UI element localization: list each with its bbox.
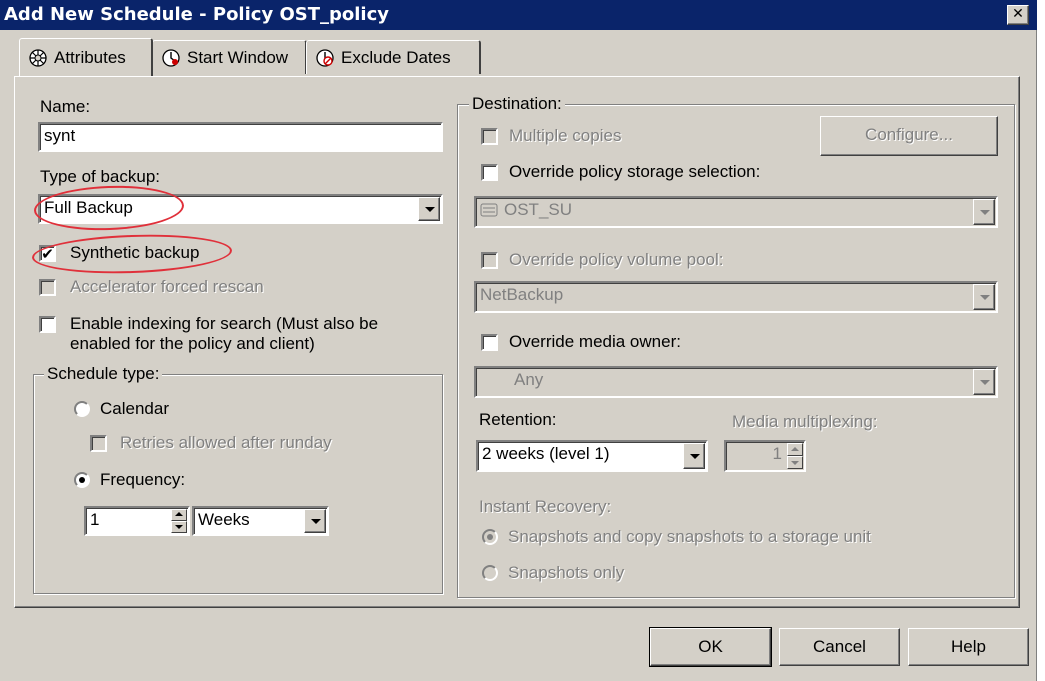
override-pool-checkbox[interactable] — [481, 252, 498, 269]
override-media-owner-label: Override media owner: — [509, 332, 681, 351]
cancel-button[interactable]: Cancel — [779, 628, 900, 666]
enable-indexing-checkbox[interactable] — [39, 316, 56, 333]
synthetic-backup-checkbox[interactable]: ✔ — [39, 245, 56, 262]
instant-recovery-label: Instant Recovery: — [479, 497, 612, 516]
attributes-icon — [29, 48, 47, 67]
frequency-unit-select[interactable]: Weeks — [192, 506, 329, 536]
frequency-label: Frequency: — [100, 470, 186, 489]
retention-select[interactable]: 2 weeks (level 1) — [476, 440, 708, 472]
accelerator-rescan-checkbox[interactable] — [39, 279, 56, 296]
tab-exclude-dates-label: Exclude Dates — [341, 47, 451, 67]
retries-after-runday-label: Retries allowed after runday — [120, 433, 332, 452]
frequency-radio[interactable] — [74, 472, 90, 488]
close-icon: ✕ — [1012, 6, 1024, 22]
tab-start-window[interactable]: Start Window — [152, 40, 307, 74]
media-multiplexing-label: Media multiplexing: — [732, 412, 878, 431]
media-owner-select[interactable]: Any — [474, 366, 998, 398]
frequency-unit-value: Weeks — [198, 510, 250, 529]
type-of-backup-label: Type of backup: — [40, 167, 161, 186]
retention-label: Retention: — [479, 410, 557, 429]
override-storage-checkbox[interactable] — [481, 164, 498, 181]
dialog-title: Add New Schedule - Policy OST_policy — [4, 4, 389, 25]
multiple-copies-checkbox[interactable] — [481, 128, 498, 145]
snapshots-and-copy-radio[interactable] — [482, 529, 498, 545]
snapshots-and-copy-label: Snapshots and copy snapshots to a storag… — [508, 527, 871, 546]
ok-button[interactable]: OK — [649, 627, 772, 667]
retention-dropdown-button[interactable] — [683, 443, 705, 469]
frequency-spin-buttons[interactable] — [171, 509, 187, 533]
clock-icon — [162, 48, 180, 67]
frequency-value-spinner[interactable]: 1 — [84, 506, 190, 536]
name-label: Name: — [40, 97, 91, 116]
multiplexing-spin-buttons[interactable] — [787, 443, 803, 469]
tab-start-window-label: Start Window — [187, 47, 289, 67]
snapshots-only-radio[interactable] — [482, 565, 498, 581]
spin-down-icon[interactable] — [787, 456, 803, 469]
schedule-type-group — [33, 374, 443, 594]
title-bar: Add New Schedule - Policy OST_policy ✕ — [0, 0, 1037, 30]
help-button[interactable]: Help — [908, 628, 1029, 666]
storage-unit-icon — [480, 203, 498, 217]
type-of-backup-dropdown-button[interactable] — [418, 197, 440, 221]
override-media-owner-checkbox[interactable] — [481, 334, 498, 351]
destination-title: Destination: — [469, 94, 565, 114]
type-of-backup-select[interactable]: Full Backup — [38, 194, 443, 224]
frequency-value: 1 — [90, 510, 100, 529]
spin-down-icon[interactable] — [171, 521, 187, 533]
schedule-type-title: Schedule type: — [44, 364, 163, 384]
enable-indexing-label-line1: Enable indexing for search (Must also be — [70, 314, 379, 333]
synthetic-backup-label: Synthetic backup — [70, 243, 200, 262]
tab-exclude-dates[interactable]: Exclude Dates — [306, 40, 481, 74]
tab-attributes[interactable]: Attributes — [19, 38, 153, 76]
multiple-copies-label: Multiple copies — [509, 126, 622, 145]
enable-indexing-label-line2: enabled for the policy and client) — [70, 334, 315, 353]
snapshots-only-label: Snapshots only — [508, 563, 625, 582]
override-storage-label: Override policy storage selection: — [509, 162, 761, 181]
media-multiplexing-spinner[interactable]: 1 — [724, 440, 806, 472]
close-button[interactable]: ✕ — [1007, 5, 1029, 25]
exclude-dates-icon — [316, 48, 334, 67]
volume-pool-dropdown-button[interactable] — [973, 284, 995, 310]
media-owner-value: Any — [514, 370, 544, 389]
radio-selected-dot — [487, 534, 493, 540]
storage-unit-value: OST_SU — [504, 200, 573, 219]
calendar-radio[interactable] — [74, 401, 90, 417]
type-of-backup-value: Full Backup — [44, 198, 133, 217]
storage-unit-dropdown-button[interactable] — [973, 199, 995, 225]
retention-value: 2 weeks (level 1) — [482, 444, 610, 463]
radio-selected-dot — [79, 477, 85, 483]
storage-unit-select[interactable]: OST_SU — [474, 196, 998, 228]
override-pool-label: Override policy volume pool: — [509, 250, 724, 269]
name-input[interactable]: synt — [38, 122, 443, 152]
spin-up-icon[interactable] — [171, 509, 187, 521]
volume-pool-value: NetBackup — [480, 285, 564, 304]
checkmark-icon: ✔ — [41, 245, 54, 263]
frequency-unit-dropdown-button[interactable] — [304, 509, 326, 533]
dialog-window: Add New Schedule - Policy OST_policy ✕ A… — [0, 0, 1037, 681]
media-multiplexing-value: 1 — [772, 444, 782, 463]
tab-attributes-label: Attributes — [54, 47, 126, 67]
accelerator-rescan-label: Accelerator forced rescan — [70, 277, 264, 296]
media-owner-dropdown-button[interactable] — [973, 369, 995, 395]
spin-up-icon[interactable] — [787, 443, 803, 456]
calendar-label: Calendar — [100, 399, 169, 418]
volume-pool-select[interactable]: NetBackup — [474, 281, 998, 313]
configure-button[interactable]: Configure... — [820, 116, 998, 156]
retries-after-runday-checkbox[interactable] — [90, 435, 107, 452]
